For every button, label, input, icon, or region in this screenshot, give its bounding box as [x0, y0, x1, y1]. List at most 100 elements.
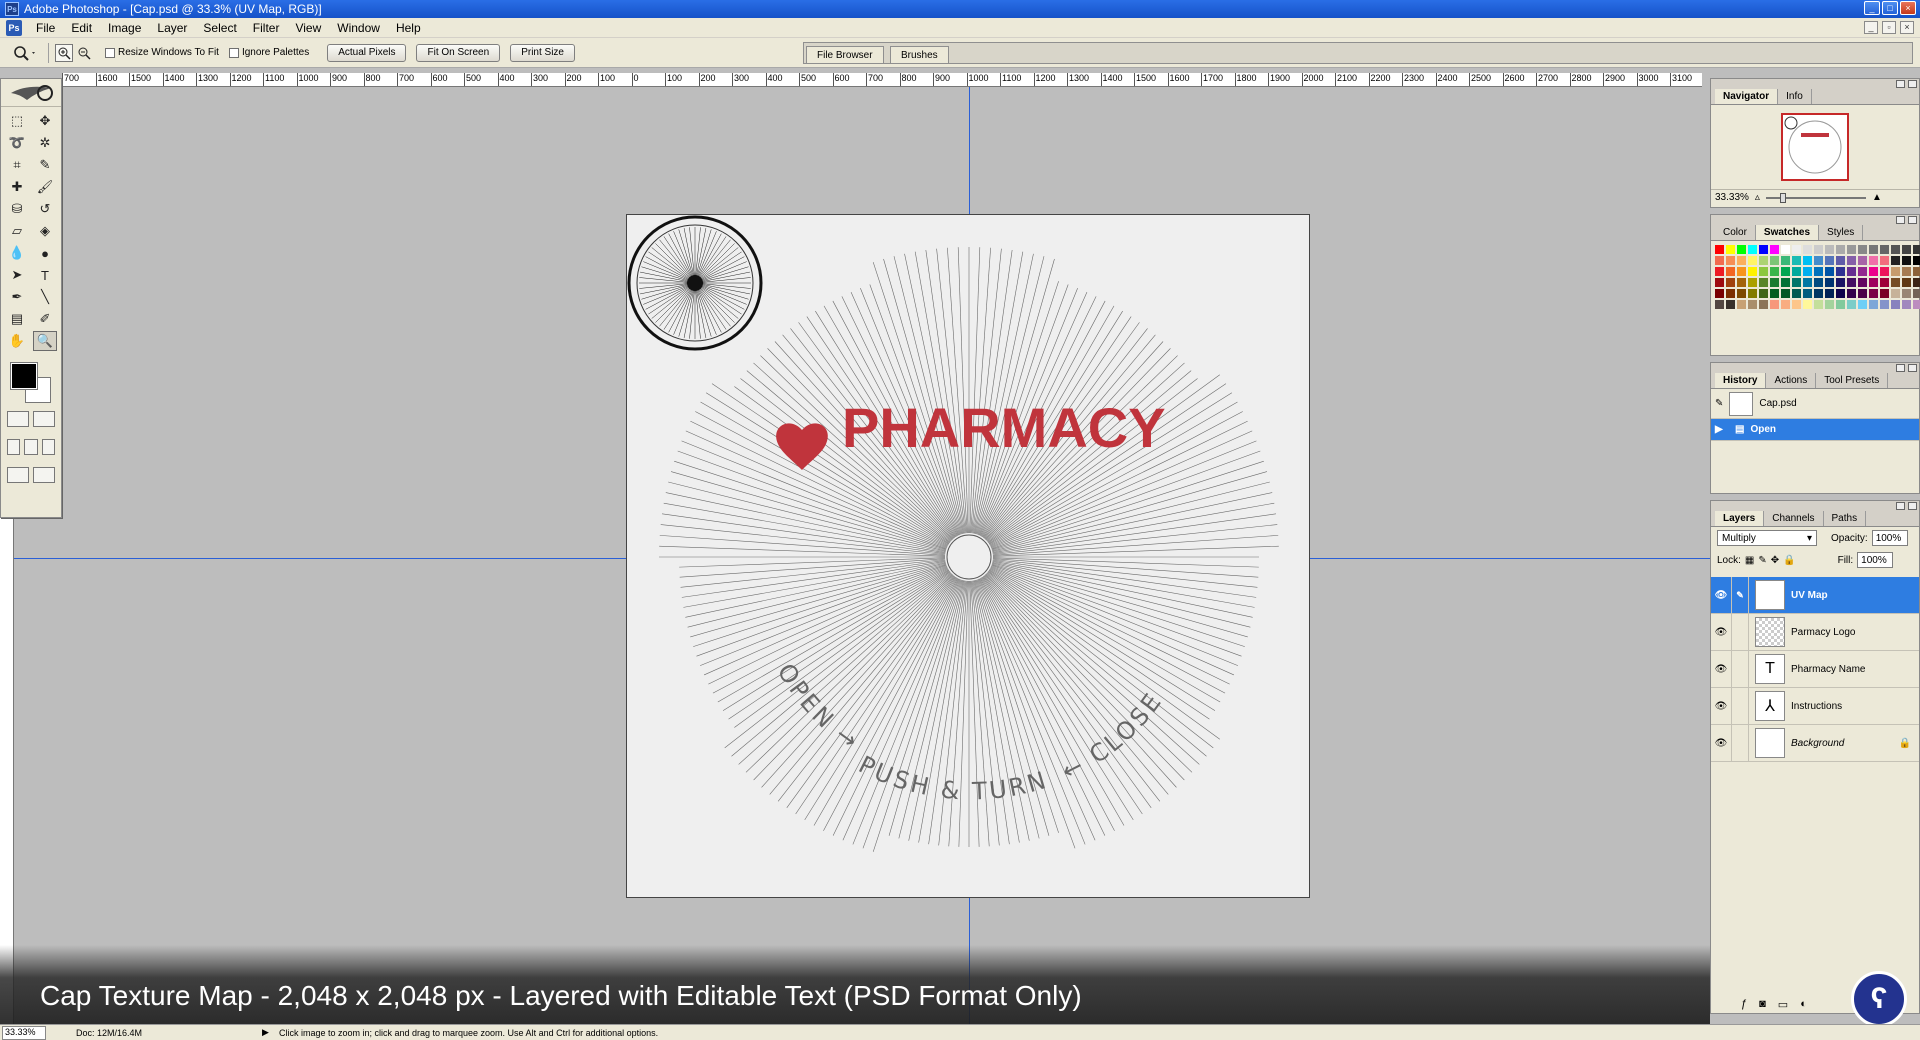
paint-bucket-tool[interactable]: ◈	[33, 221, 57, 241]
full-screen-menu-button[interactable]	[24, 439, 38, 455]
layer-row[interactable]: 👁 Background 🔒	[1711, 724, 1919, 762]
add-mask-icon[interactable]: ◙	[1759, 998, 1766, 1011]
color-swatch[interactable]	[1836, 267, 1845, 276]
tab-info[interactable]: Info	[1778, 89, 1812, 104]
color-swatch[interactable]	[1781, 245, 1790, 254]
color-swatch[interactable]	[1825, 256, 1834, 265]
color-swatch[interactable]	[1891, 278, 1900, 287]
layer-row[interactable]: 👁 ✎ UV Map	[1711, 576, 1919, 614]
layer-name[interactable]: Instructions	[1791, 701, 1842, 712]
color-swatch[interactable]	[1836, 278, 1845, 287]
color-swatch[interactable]	[1913, 300, 1920, 309]
color-swatch[interactable]	[1748, 245, 1757, 254]
color-swatch[interactable]	[1891, 289, 1900, 298]
color-swatch[interactable]	[1737, 267, 1746, 276]
brush-link-icon[interactable]: ✎	[1731, 576, 1749, 614]
color-swatch[interactable]	[1748, 278, 1757, 287]
color-swatch[interactable]	[1737, 278, 1746, 287]
tab-navigator[interactable]: Navigator	[1715, 89, 1779, 104]
panel-close-button[interactable]	[1908, 364, 1917, 372]
tab-actions[interactable]: Actions	[1766, 373, 1817, 388]
marquee-tool[interactable]: ⬚	[5, 111, 29, 131]
color-swatch[interactable]	[1858, 256, 1867, 265]
eye-icon[interactable]: 👁	[1711, 701, 1731, 712]
photoshop-app-icon[interactable]: Ps	[5, 2, 19, 16]
tab-tool-presets[interactable]: Tool Presets	[1816, 373, 1889, 388]
zoom-slider[interactable]	[1765, 192, 1866, 203]
tool-preset-picker[interactable]	[6, 42, 42, 64]
panel-minimize-button[interactable]	[1896, 364, 1905, 372]
document-canvas[interactable]: PHARMACY OPEN → PUSH & TURN ← CLOSE	[626, 214, 1310, 898]
adobe-online-button[interactable]	[1, 79, 61, 107]
checkbox-box[interactable]	[228, 47, 239, 58]
layer-name[interactable]: Pharmacy Name	[1791, 664, 1865, 675]
color-swatch[interactable]	[1770, 256, 1779, 265]
color-swatch[interactable]	[1869, 267, 1878, 276]
color-swatch[interactable]	[1726, 245, 1735, 254]
color-swatch[interactable]	[1858, 267, 1867, 276]
slice-tool[interactable]: ✎	[33, 155, 57, 175]
color-swatch[interactable]	[1781, 289, 1790, 298]
color-swatch[interactable]	[1847, 278, 1856, 287]
color-swatch[interactable]	[1825, 300, 1834, 309]
history-brush-tool[interactable]: ↺	[33, 199, 57, 219]
zoom-in-large-icon[interactable]: ▲	[1872, 192, 1882, 203]
layer-name[interactable]: UV Map	[1791, 590, 1828, 601]
color-swatch[interactable]	[1825, 289, 1834, 298]
tab-brushes[interactable]: Brushes	[890, 46, 949, 63]
menu-filter[interactable]: Filter	[245, 21, 288, 35]
blend-mode-select[interactable]: Multiply ▾	[1717, 530, 1817, 546]
link-cell[interactable]	[1731, 613, 1749, 651]
color-swatch[interactable]	[1737, 256, 1746, 265]
color-swatch[interactable]	[1814, 300, 1823, 309]
color-swatch[interactable]	[1781, 278, 1790, 287]
color-swatch[interactable]	[1836, 300, 1845, 309]
quick-mask-button[interactable]	[33, 411, 55, 427]
color-swatch[interactable]	[1759, 278, 1768, 287]
eyedropper-tool[interactable]: ✐	[33, 309, 57, 329]
color-swatch[interactable]	[1847, 256, 1856, 265]
color-swatch[interactable]	[1759, 267, 1768, 276]
color-swatch[interactable]	[1902, 267, 1911, 276]
color-swatch[interactable]	[1847, 267, 1856, 276]
tab-file-browser[interactable]: File Browser	[806, 46, 884, 63]
panel-close-button[interactable]	[1908, 502, 1917, 510]
color-swatch[interactable]	[1781, 256, 1790, 265]
color-swatch[interactable]	[1836, 245, 1845, 254]
tab-history[interactable]: History	[1715, 373, 1767, 388]
color-swatch[interactable]	[1737, 245, 1746, 254]
color-swatch[interactable]	[1902, 245, 1911, 254]
tab-swatches[interactable]: Swatches	[1755, 225, 1820, 240]
brush-tool[interactable]: 🖌	[33, 177, 57, 197]
color-swatch[interactable]	[1726, 278, 1735, 287]
color-swatch[interactable]	[1715, 289, 1724, 298]
tab-styles[interactable]: Styles	[1819, 225, 1864, 240]
lock-position-icon[interactable]: ✥	[1771, 555, 1779, 566]
notes-tool[interactable]: ▤	[5, 309, 29, 329]
color-swatch[interactable]	[1803, 245, 1812, 254]
color-swatch[interactable]	[1869, 278, 1878, 287]
doc-restore-button[interactable]: ▫	[1882, 21, 1896, 34]
color-swatch[interactable]	[1803, 256, 1812, 265]
link-cell[interactable]	[1731, 687, 1749, 725]
full-screen-button[interactable]	[41, 439, 55, 455]
menu-edit[interactable]: Edit	[63, 21, 100, 35]
lock-transparency-icon[interactable]: ▦	[1745, 555, 1754, 566]
move-tool[interactable]: ✥	[33, 111, 57, 131]
color-swatch[interactable]	[1803, 289, 1812, 298]
link-cell[interactable]	[1731, 724, 1749, 762]
color-swatch[interactable]	[1770, 245, 1779, 254]
standard-screen-button[interactable]	[7, 439, 21, 455]
play-icon[interactable]: ▶	[262, 1027, 269, 1038]
opacity-input[interactable]: 100%	[1871, 530, 1908, 546]
color-swatch[interactable]	[1726, 300, 1735, 309]
color-swatch[interactable]	[1913, 256, 1920, 265]
color-swatch[interactable]	[1759, 245, 1768, 254]
minimize-button[interactable]: _	[1864, 1, 1880, 15]
maximize-button[interactable]: □	[1882, 1, 1898, 15]
crop-tool[interactable]: ⌗	[5, 155, 29, 175]
menu-file[interactable]: File	[28, 21, 63, 35]
color-swatch[interactable]	[1913, 267, 1920, 276]
color-swatch[interactable]	[1880, 267, 1889, 276]
color-swatch[interactable]	[1748, 300, 1757, 309]
